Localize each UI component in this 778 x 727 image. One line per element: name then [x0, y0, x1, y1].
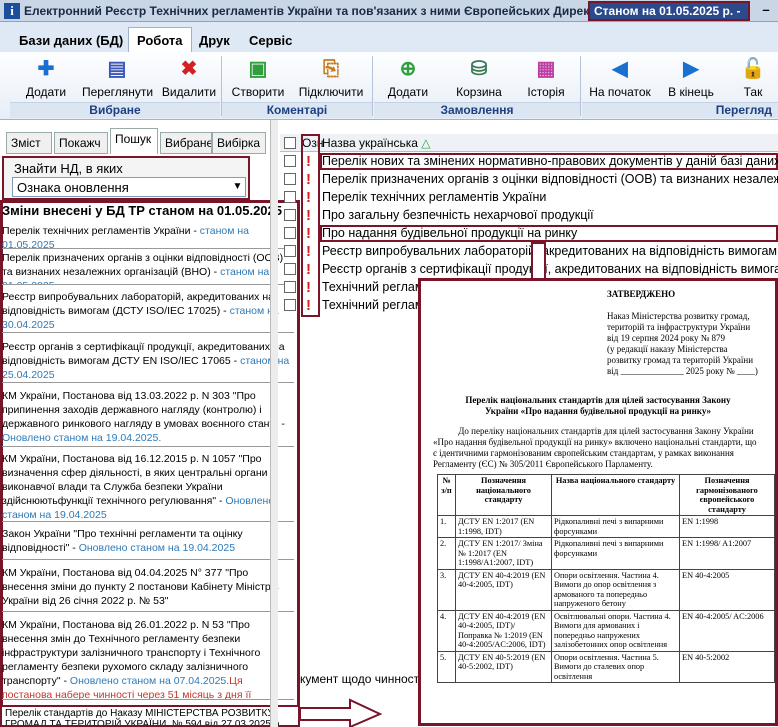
- table-cell: 4.: [437, 609, 456, 652]
- table-cell: ДСТУ EN 1:2017 (EN 1:1998, IDT): [455, 515, 552, 538]
- table-cell: Рідкопаливні печі з випарними форсунками: [551, 537, 680, 570]
- table-cell: ДСТУ EN 1:2017/ Зміна № 1:2017 (EN 1:199…: [455, 537, 552, 570]
- doc-order-line: (у редакції наказу Міністерства: [607, 344, 728, 354]
- doc-intro: є ідентичними гармонізованим європейськи…: [433, 448, 734, 458]
- doc-order-line: від ______________ 2025 року № ____): [607, 366, 758, 376]
- table-cell: ДСТУ EN 40-4:2019 (EN 40-4:2005, IDT): [455, 568, 552, 611]
- doc-order-line: від 19 серпня 2024 року № 879: [607, 333, 726, 343]
- arrow-right-icon: [299, 698, 383, 727]
- doc-title: України «Про надання будівельної продукц…: [484, 406, 712, 416]
- table-cell: EN 1:1998: [679, 515, 775, 538]
- table-cell: 5.: [437, 650, 456, 683]
- table-cell: Освітлювальні опори. Частина 4. Вимоги д…: [551, 609, 680, 652]
- table-header: Назва національного стандарту: [551, 474, 680, 516]
- standards-table: № з/п Позначення національного стандарту…: [437, 474, 775, 683]
- doc-approved: ЗАТВЕРДЖЕНО: [607, 289, 676, 299]
- table-cell: 3.: [437, 568, 456, 611]
- table-cell: EN 40-4:2005/ AC:2006: [679, 609, 775, 652]
- table-row: 5. ДСТУ EN 40-5:2019 (EN 40-5:2002, IDT) О…: [437, 650, 775, 683]
- doc-intro: До переліку національних стандартів для …: [458, 426, 754, 436]
- table-cell: Опори освітлення. Частина 5. Вимоги до с…: [551, 650, 680, 683]
- table-cell: EN 40-4:2005: [679, 568, 775, 611]
- table-header: Позначення гармонізованого європейського…: [679, 474, 775, 516]
- table-cell: 1.: [437, 515, 456, 538]
- doc-order-line: розвитку громад та територій України: [607, 355, 754, 365]
- table-cell: 2.: [437, 537, 456, 570]
- document-preview: ЗАТВЕРДЖЕНО Наказ Міністерства розвитку …: [418, 278, 778, 726]
- table-header: Позначення національного стандарту: [455, 474, 552, 516]
- table-header: № з/п: [437, 474, 456, 516]
- doc-intro: Регламенту (ЄС) № 305/2011 Європейського…: [433, 459, 653, 469]
- table-row: 4. ДСТУ EN 40-4:2019 (EN 40-4:2005, IDT)/…: [437, 609, 775, 652]
- table-cell: Опори освітлення. Частина 4. Вимоги до о…: [551, 568, 680, 611]
- table-row: 2. ДСТУ EN 1:2017/ Зміна № 1:2017 (EN 1:1…: [437, 537, 775, 570]
- table-cell: EN 40-5:2002: [679, 650, 775, 683]
- doc-intro: «Про надання будівельної продукції на ри…: [433, 437, 757, 447]
- table-cell: Рідкопаливні печі з випарними форсунками: [551, 515, 680, 538]
- table-cell: ДСТУ EN 40-5:2019 (EN 40-5:2002, IDT): [455, 650, 552, 683]
- doc-order-line: територій та інфраструктури України: [607, 322, 751, 332]
- table-row: 3. ДСТУ EN 40-4:2019 (EN 40-4:2005, IDT) О…: [437, 568, 775, 611]
- doc-title: Перелік національних стандартів для ціле…: [465, 395, 731, 405]
- table-cell: ДСТУ EN 40-4:2019 (EN 40-4:2005, IDT)/ П…: [455, 609, 552, 652]
- table-cell: EN 1:1998/ A1:2007: [679, 537, 775, 570]
- table-header-row: № з/п Позначення національного стандарту…: [437, 474, 775, 516]
- table-row: 1. ДСТУ EN 1:2017 (EN 1:1998, IDT) Рідкопа…: [437, 515, 775, 538]
- doc-order-line: Наказ Міністерства розвитку громад,: [607, 311, 750, 321]
